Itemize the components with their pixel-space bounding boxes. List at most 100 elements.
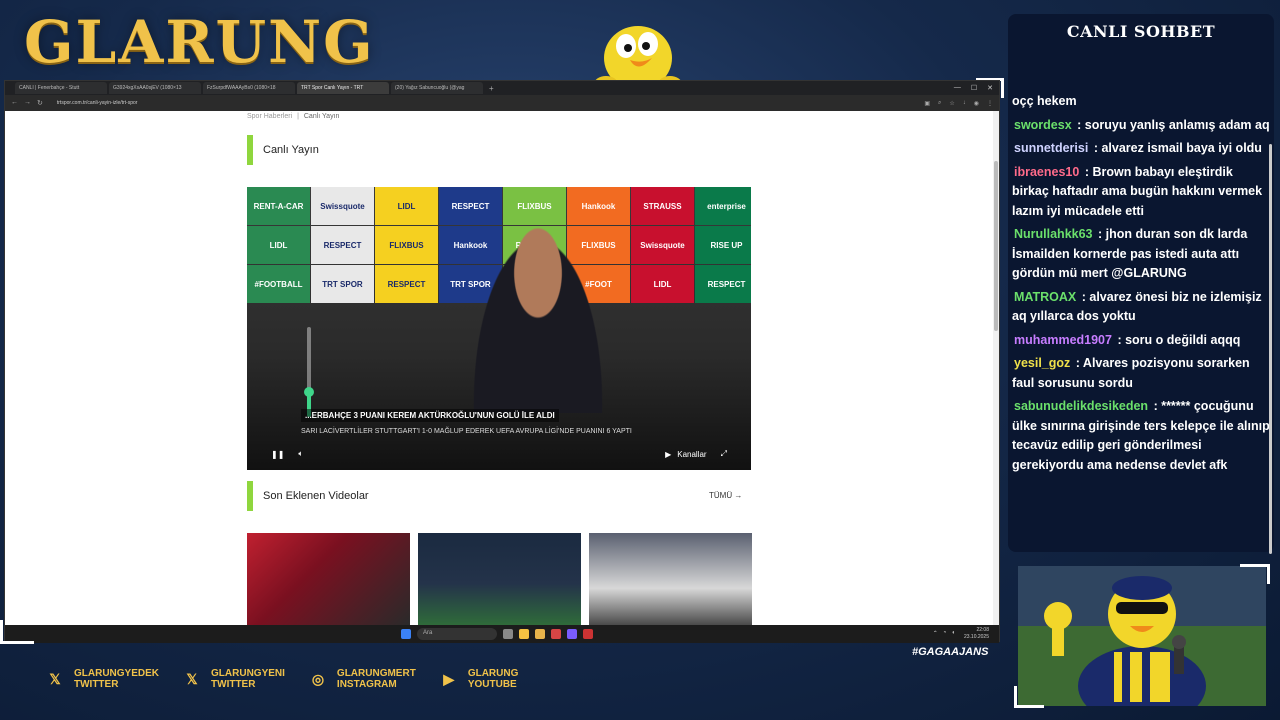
chat-username[interactable]: muhammed1907	[1012, 333, 1114, 347]
mascot-cam-image	[1018, 566, 1266, 706]
frame-corner	[1240, 564, 1270, 584]
video-player[interactable]: RENT-A-CAR Swissquote LIDL RESPECT FLIXBUS Ha…	[247, 187, 751, 470]
chat-username[interactable]: MATROAX	[1012, 290, 1078, 304]
social-link-instagram[interactable]: ◎ GLARUNGMERT INSTAGRAM	[307, 668, 416, 690]
hashtag-label: #GAGAAJANS	[912, 646, 989, 658]
app-icon[interactable]	[583, 629, 593, 639]
volume-slider[interactable]	[304, 327, 314, 417]
breadcrumb-separator: |	[297, 113, 299, 120]
volume-icon[interactable]: 🔈︎	[298, 449, 303, 459]
chat-text: : soru o değildi aqqq	[1117, 332, 1241, 347]
chat-text: : alvarez ismail baya iyi oldu	[1093, 141, 1262, 155]
news-lower-third: ...ERBAHÇE 3 PUANI KEREM AKTÜRKOĞLU'NUN …	[301, 405, 741, 437]
chat-message: sunnetderisi : alvarez ismail baya iyi o…	[1012, 139, 1270, 159]
app-icon[interactable]	[503, 629, 513, 639]
chat-message: oçç hekem	[1012, 92, 1270, 112]
sponsor-logo: STRAUSS	[631, 187, 694, 225]
browser-tab-active[interactable]: TRT Spor Canlı Yayın - TRT	[297, 82, 389, 94]
recent-section-header: Son Eklenen Videolar	[247, 481, 369, 511]
scrollbar-thumb[interactable]	[994, 161, 998, 331]
chat-username[interactable]: swordesx	[1012, 118, 1074, 132]
bookmark-star-icon[interactable]: ☆	[949, 100, 954, 107]
sponsor-logo: RESPECT	[311, 226, 374, 264]
speaker-icon[interactable]: ◖	[951, 630, 955, 637]
breadcrumb-parent[interactable]: Spor Haberleri	[247, 113, 292, 120]
social-link-youtube[interactable]: ▶ GLARUNG YOUTUBE	[438, 668, 518, 690]
lower-third-subline: SARI LACİVERTLİLER STUTTGART'I 1-0 MAĞLU…	[301, 428, 632, 435]
video-thumbnail[interactable]	[418, 533, 581, 625]
live-section-header: Canlı Yayın	[247, 135, 319, 165]
chat-username[interactable]: sabunudelikdesikeden	[1012, 399, 1150, 413]
clock-time: 22:08	[976, 627, 989, 633]
chat-title: CANLI SOHBET	[1066, 22, 1216, 41]
tray-chevron-icon[interactable]: ⌃	[933, 630, 938, 637]
chrome-icon[interactable]	[519, 629, 529, 639]
channels-icon: ▶	[665, 449, 672, 459]
chat-username[interactable]: sunnetderisi	[1012, 141, 1090, 155]
wifi-icon[interactable]: ◔	[943, 630, 947, 637]
chat-text: oçç hekem	[1012, 94, 1077, 108]
chat-username[interactable]: ibraenes10	[1012, 165, 1081, 179]
pause-icon[interactable]: ❚❚	[271, 450, 284, 459]
sponsor-logo: FLIXBUS	[375, 226, 438, 264]
reload-icon[interactable]: ↻	[37, 99, 43, 107]
x-icon: 𝕏	[186, 670, 198, 687]
social-platform: TWITTER	[74, 679, 119, 690]
see-all-link[interactable]: TÜMÜ →	[709, 491, 742, 500]
close-icon[interactable]: ✕	[987, 84, 993, 92]
breadcrumb-current: Canlı Yayın	[303, 113, 340, 120]
app-icon[interactable]	[567, 629, 577, 639]
sponsor-logo: RENT-A-CAR	[247, 187, 310, 225]
social-link-twitter-yeni[interactable]: 𝕏 GLARUNGYENI TWITTER	[181, 668, 285, 690]
sponsor-logo: #FOOTBALL	[247, 265, 310, 303]
sponsor-logo: TRT SPOR	[311, 265, 374, 303]
folder-icon[interactable]	[535, 629, 545, 639]
zoom-icon[interactable]: ⌕	[938, 100, 941, 107]
live-chat-panel: CANLI SOHBET oçç hekem swordesx : soruyu …	[1008, 14, 1274, 554]
video-thumbnail[interactable]	[589, 533, 752, 625]
chat-scrollbar[interactable]	[1269, 144, 1272, 554]
forward-icon[interactable]: →	[24, 99, 31, 107]
url-field[interactable]: trtspor.com.tr/canli-yayin-izle/trt-spor	[57, 100, 138, 106]
breadcrumb: Spor Haberleri | Canlı Yayın	[247, 113, 339, 120]
sponsor-logo: LIDL	[375, 187, 438, 225]
brand-logo: GLARUNG	[24, 8, 375, 76]
taskbar-search[interactable]: Ara	[417, 628, 497, 640]
chat-username[interactable]: Nurullahkk63	[1012, 227, 1095, 241]
os-taskbar: Ara ⌃ ◔ ◖ 22:08 23.10.2025	[5, 625, 999, 643]
section-accent-bar	[247, 481, 253, 511]
fullscreen-icon[interactable]: ⤢	[721, 449, 727, 459]
channels-button[interactable]: ▶ Kanallar	[665, 450, 707, 459]
clock-date: 23.10.2025	[963, 634, 989, 640]
social-link-twitter-yedek[interactable]: 𝕏 GLARUNGYEDEK TWITTER	[44, 668, 159, 690]
chat-messages: oçç hekem swordesx : soruyu yanlış anlamı…	[1012, 92, 1270, 479]
browser-tab[interactable]: FzSurpdfWAAAyBs0 (1080×18	[203, 82, 295, 94]
volume-knob[interactable]	[304, 386, 314, 397]
chat-message: MATROAX : alvarez önesi biz ne izlemişiz…	[1012, 288, 1270, 327]
menu-kebab-icon[interactable]: ⋮	[987, 100, 993, 107]
minimize-icon[interactable]: —	[954, 84, 961, 92]
profile-icon[interactable]: ◉	[974, 100, 979, 107]
extension-icon[interactable]: ▣	[924, 100, 930, 107]
chat-username[interactable]: yesil_goz	[1012, 356, 1072, 370]
video-thumbnail[interactable]	[247, 533, 410, 625]
start-icon[interactable]	[401, 629, 411, 639]
browser-tab[interactable]: G3924xgXsAA0sjEV (1080×13	[109, 82, 201, 94]
chat-message: Nurullahkk63 : jhon duran son dk larda İ…	[1012, 225, 1270, 284]
app-icon[interactable]	[551, 629, 561, 639]
video-thumbnails	[247, 533, 752, 625]
back-icon[interactable]: ←	[11, 99, 18, 107]
social-links: 𝕏 GLARUNGYEDEK TWITTER 𝕏 GLARUNGYENI TWITT…	[44, 668, 518, 690]
download-icon[interactable]: ↓	[963, 100, 966, 107]
tab-bar: CANLI | Fenerbahçe - Stutt G3924xgXsAA0s…	[5, 81, 999, 95]
page-title: Canlı Yayın	[263, 144, 319, 156]
browser-tab[interactable]: CANLI | Fenerbahçe - Stutt	[15, 82, 107, 94]
maximize-icon[interactable]: ☐	[971, 84, 977, 92]
page-scrollbar[interactable]	[993, 111, 999, 625]
youtube-icon: ▶	[443, 670, 455, 687]
taskbar-clock[interactable]: 22:08 23.10.2025	[964, 627, 989, 641]
browser-tab[interactable]: (20) Yağız Sabuncuoğlu (@yag	[391, 82, 483, 94]
new-tab-button[interactable]: +	[489, 84, 494, 93]
chat-message: swordesx : soruyu yanlış anlamış adam aq	[1012, 116, 1270, 136]
browser-window: CANLI | Fenerbahçe - Stutt G3924xgXsAA0s…	[4, 80, 1000, 643]
